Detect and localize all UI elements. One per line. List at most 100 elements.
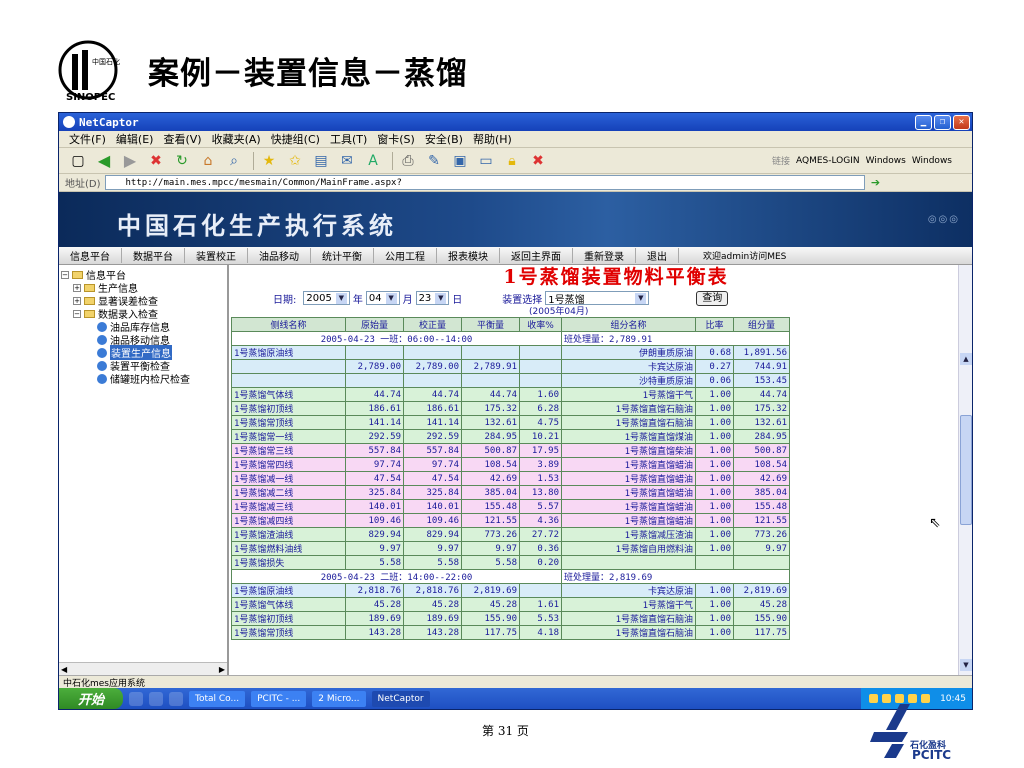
task-microsoft[interactable]: 2 Micro... — [312, 690, 366, 707]
forward-icon[interactable]: ▶ — [119, 151, 141, 171]
day-select[interactable]: 23 ▼ — [415, 291, 450, 305]
device-select[interactable]: 1号蒸馏 ▼ — [545, 291, 650, 306]
cell-side-line: 1号蒸馏气体线 — [231, 597, 346, 612]
menu-file[interactable]: 文件(F) — [69, 131, 106, 147]
quicklaunch-desktop-icon[interactable] — [129, 691, 143, 706]
quicklaunch-app-icon[interactable] — [169, 691, 183, 706]
query-button[interactable]: 查询 — [696, 290, 729, 306]
nav-utilities[interactable]: 公用工程 — [374, 248, 437, 263]
cell-component — [561, 555, 696, 570]
nav-relogin[interactable]: 重新登录 — [573, 248, 636, 263]
search-icon[interactable]: ⌕ — [223, 151, 245, 171]
add-favorite-icon[interactable]: ✩ — [284, 151, 306, 171]
font-icon[interactable]: A — [362, 151, 384, 171]
nav-device-correction[interactable]: 装置校正 — [185, 248, 248, 263]
cell-side-line: 1号蒸馏减一线 — [231, 471, 346, 486]
close-button[interactable]: ✕ — [953, 114, 970, 130]
menu-favorites[interactable]: 收藏夹(A) — [212, 131, 261, 147]
start-button[interactable]: 开始 — [59, 688, 123, 709]
menu-edit[interactable]: 编辑(E) — [116, 131, 154, 147]
menu-security[interactable]: 安全(B) — [425, 131, 463, 147]
menu-tools[interactable]: 工具(T) — [330, 131, 367, 147]
stop-icon[interactable]: ✖ — [145, 151, 167, 171]
nav-info-platform[interactable]: 信息平台 — [59, 248, 122, 263]
cell-ratio: 1.00 — [695, 583, 734, 598]
chevron-down-icon: ▼ — [335, 292, 347, 304]
link-windows-2[interactable]: Windows — [912, 156, 952, 166]
task-netcaptor[interactable]: NetCaptor — [371, 690, 430, 707]
cell-ratio: 1.00 — [695, 457, 734, 472]
cell-raw: 47.54 — [345, 471, 404, 486]
edit-icon[interactable]: ✎ — [423, 151, 445, 171]
col-side-line[interactable]: 侧线名称 — [231, 317, 346, 332]
menu-help[interactable]: 帮助(H) — [473, 131, 512, 147]
col-yield[interactable]: 收率% — [519, 317, 562, 332]
cell-component-amount: 9.97 — [733, 541, 790, 556]
scroll-down-icon[interactable]: ▼ — [960, 659, 972, 671]
quicklaunch-ie-icon[interactable] — [149, 691, 163, 706]
cell-side-line: 1号蒸馏减四线 — [231, 513, 346, 528]
table-body: 2005-04-23 一班：06:00--14:00 班处理量：2,789.91 1… — [231, 331, 790, 640]
cell-yield — [519, 373, 562, 388]
tree-leaf-tank-gauge[interactable]: 储罐班内检尺检查 — [61, 372, 225, 386]
toolbar: ▢ ◀ ▶ ✖ ↻ ⌂ ⌕ ★ ✩ ▤ ✉ A ⎙ ✎ ▣ ▭ 🔒︎ ✖ 链接 … — [59, 148, 972, 174]
minimize-button[interactable]: ▁ — [915, 114, 932, 130]
tree-root[interactable]: − 信息平台 — [61, 268, 225, 282]
col-ratio[interactable]: 比率 — [695, 317, 734, 332]
tree-horizontal-scrollbar[interactable]: ◀ ▶ — [59, 662, 227, 675]
cell-ratio: 1.00 — [695, 471, 734, 486]
cell-side-line: 1号蒸馏燃料油线 — [231, 541, 346, 556]
history-icon[interactable]: ▤ — [310, 151, 332, 171]
nav-data-platform[interactable]: 数据平台 — [122, 248, 185, 263]
scroll-thumb[interactable] — [960, 415, 972, 525]
browser-window: NetCaptor ▁ ❐ ✕ 文件(F) 编辑(E) 查看(V) 收藏夹(A)… — [58, 112, 973, 710]
vertical-scrollbar[interactable]: ▲ ▼ — [958, 265, 972, 675]
nav-statistics-balance[interactable]: 统计平衡 — [311, 248, 374, 263]
cell-corrected: 140.01 — [403, 499, 462, 514]
menu-tabs[interactable]: 窗卡(S) — [377, 131, 415, 147]
task-pcitc[interactable]: PCITC - ... — [251, 690, 307, 707]
cell-component-amount: 117.75 — [733, 625, 790, 640]
task-total-commander[interactable]: Total Co... — [189, 690, 246, 707]
back-icon[interactable]: ◀ — [93, 151, 115, 171]
lock-icon[interactable]: 🔒︎ — [501, 151, 523, 171]
close-tab-icon[interactable]: ✖ — [527, 151, 549, 171]
cell-raw: 44.74 — [345, 387, 404, 402]
maximize-button[interactable]: ❐ — [934, 114, 951, 130]
cell-component-amount: 175.32 — [733, 401, 790, 416]
year-select[interactable]: 2005 ▼ — [303, 291, 350, 305]
monitor-icon[interactable]: ▭ — [475, 151, 497, 171]
col-component[interactable]: 组分名称 — [561, 317, 696, 332]
month-select[interactable]: 04 ▼ — [365, 291, 400, 305]
col-raw[interactable]: 原始量 — [345, 317, 404, 332]
col-component-amount[interactable]: 组分量 — [733, 317, 790, 332]
menu-groups[interactable]: 快捷组(C) — [271, 131, 320, 147]
cell-raw: 140.01 — [345, 499, 404, 514]
link-aqmes-login[interactable]: AQMES-LOGIN — [796, 156, 860, 166]
print-icon[interactable]: ⎙ — [397, 151, 419, 171]
scroll-up-icon[interactable]: ▲ — [960, 353, 972, 365]
nav-main-page[interactable]: 返回主界面 — [500, 248, 573, 263]
refresh-icon[interactable]: ↻ — [171, 151, 193, 171]
status-bar: 中石化mes应用系统 — [59, 675, 972, 689]
table-row: 1号蒸馏渣油线 829.94 829.94 773.26 27.72 1号蒸馏减压渣油 1.… — [231, 527, 790, 542]
col-corrected[interactable]: 校正量 — [403, 317, 462, 332]
address-input[interactable]: http://main.mes.mpcc/mesmain/Common/Main… — [104, 175, 865, 190]
new-window-icon[interactable]: ▢ — [67, 151, 89, 171]
nav-oil-movement[interactable]: 油品移动 — [248, 248, 311, 263]
favorites-star-icon[interactable]: ★ — [258, 151, 280, 171]
cell-component: 1号蒸馏直馏蜡油 — [561, 513, 696, 528]
go-icon[interactable]: ➔ — [865, 173, 887, 193]
col-balanced[interactable]: 平衡量 — [461, 317, 520, 332]
cell-side-line: 1号蒸馏初顶线 — [231, 401, 346, 416]
mail-icon[interactable]: ✉ — [336, 151, 358, 171]
link-windows-1[interactable]: Windows — [866, 156, 906, 166]
menu-view[interactable]: 查看(V) — [163, 131, 201, 147]
snapshot-icon[interactable]: ▣ — [449, 151, 471, 171]
folder-icon — [72, 270, 83, 279]
nav-exit[interactable]: 退出 — [636, 248, 679, 263]
nav-reports[interactable]: 报表模块 — [437, 248, 500, 263]
cell-balanced: 132.61 — [461, 415, 520, 430]
cell-corrected: 5.58 — [403, 555, 462, 570]
home-icon[interactable]: ⌂ — [197, 151, 219, 171]
